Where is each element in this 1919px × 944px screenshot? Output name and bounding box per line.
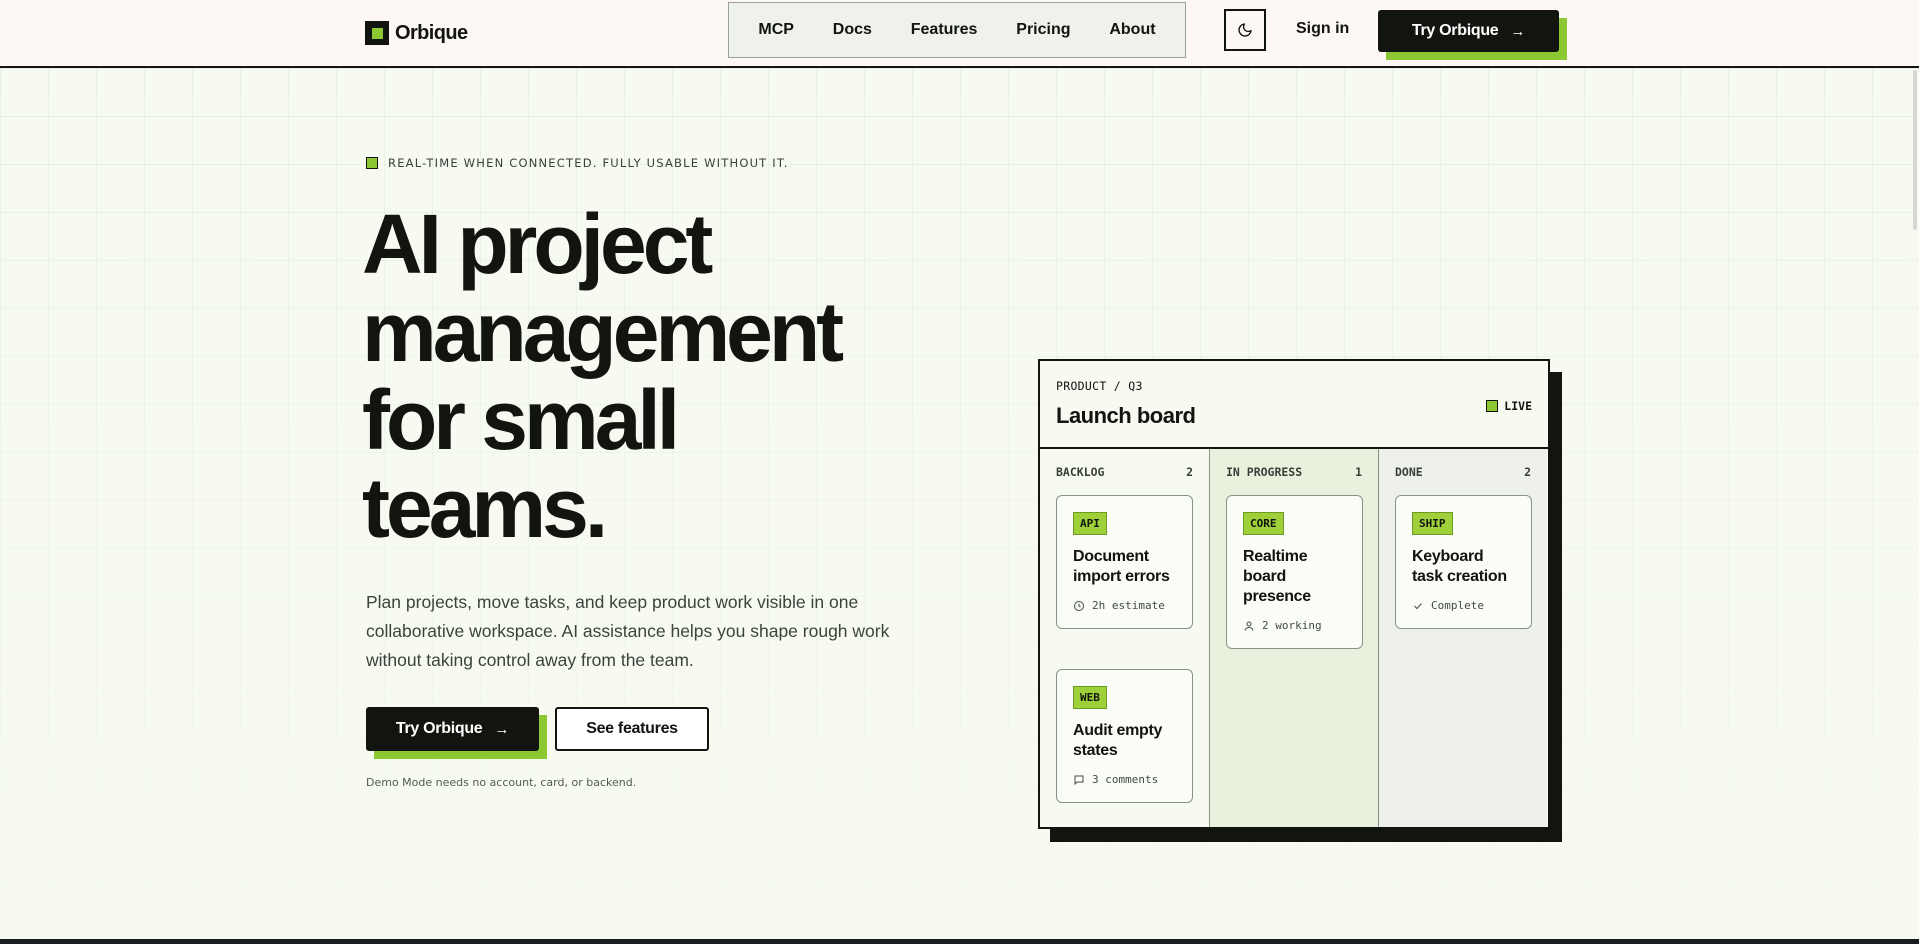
hero-subtitle: Plan projects, move tasks, and keep prod… [366, 592, 890, 670]
hero-title-line: teams. [362, 461, 608, 555]
see-features-button[interactable]: See features [555, 707, 709, 751]
try-button-header[interactable]: Try Orbique → [1378, 10, 1567, 60]
eyebrow-text: REAL-TIME WHEN CONNECTED. FULLY USABLE W… [388, 156, 789, 170]
eyebrow-square-icon [366, 157, 378, 169]
column-header: DONE 2 [1395, 465, 1531, 479]
hero-title-line: management [362, 285, 844, 379]
hero-title-line: AI project [362, 197, 713, 291]
card-title: Audit empty states [1073, 722, 1163, 759]
nav-mcp[interactable]: MCP [758, 21, 794, 39]
nav-features[interactable]: Features [911, 21, 978, 39]
column-count: 2 [1524, 465, 1531, 479]
column-count: 2 [1186, 465, 1193, 479]
card-meta: 2h estimate [1073, 599, 1176, 612]
person-icon [1244, 621, 1254, 631]
next-section-edge [0, 939, 1919, 944]
theme-toggle-button[interactable] [1224, 9, 1266, 51]
card-meta: Complete [1412, 599, 1515, 612]
comment-icon [1074, 775, 1084, 785]
card-meta: 3 comments [1073, 773, 1176, 786]
page-scrollbar[interactable] [1913, 70, 1917, 230]
task-card[interactable]: API Document import errors 2h estimate [1056, 495, 1193, 629]
task-card[interactable]: WEB Audit empty states 3 comments [1056, 669, 1193, 803]
card-title: Document import errors [1073, 548, 1170, 585]
try-button-hero-face[interactable]: Try Orbique → [366, 707, 539, 751]
clock-icon [1074, 600, 1084, 611]
top-navbar: Orbique MCP Docs Features Pricing About … [0, 0, 1919, 68]
card-meta-text: 3 comments [1092, 773, 1159, 786]
card-meta-text: Complete [1431, 599, 1484, 612]
board-columns: BACKLOG 2 API Document import errors 2h … [1040, 449, 1548, 827]
board-title: Launch board [1056, 403, 1196, 428]
main-nav: MCP Docs Features Pricing About [728, 2, 1186, 58]
card-tag: SHIP [1412, 512, 1453, 535]
card-title: Realtime board presence [1243, 548, 1311, 605]
column-name: BACKLOG [1056, 465, 1105, 479]
arrow-right-icon: → [494, 720, 510, 738]
brand-name: Orbique [395, 21, 468, 44]
column-backlog: BACKLOG 2 API Document import errors 2h … [1040, 449, 1209, 827]
nav-docs[interactable]: Docs [833, 21, 872, 39]
live-square-icon [1486, 400, 1499, 412]
card-tag: CORE [1243, 512, 1284, 535]
column-in-progress: IN PROGRESS 1 CORE Realtime board presen… [1209, 449, 1378, 827]
column-done: DONE 2 SHIP Keyboard task creation Compl… [1378, 449, 1547, 827]
hero-title: AI project management for small teams. [362, 200, 982, 552]
card-tag: API [1073, 512, 1107, 535]
card-meta-text: 2h estimate [1092, 599, 1165, 612]
card-title: Keyboard task creation [1412, 548, 1507, 585]
task-card[interactable]: SHIP Keyboard task creation Complete [1395, 495, 1532, 629]
try-button-face[interactable]: Try Orbique → [1378, 10, 1559, 52]
board-breadcrumb: PRODUCT / Q3 [1056, 379, 1143, 393]
task-card[interactable]: CORE Realtime board presence 2 working [1226, 495, 1363, 649]
check-icon [1414, 602, 1422, 609]
board-header: PRODUCT / Q3 Launch board LIVE [1040, 361, 1548, 449]
card-tag: WEB [1073, 686, 1107, 709]
try-hero-label: Try Orbique [395, 720, 483, 737]
nav-about[interactable]: About [1109, 21, 1155, 39]
hero-eyebrow: REAL-TIME WHEN CONNECTED. FULLY USABLE W… [366, 156, 789, 170]
column-header: BACKLOG 2 [1056, 465, 1193, 479]
live-label: LIVE [1504, 399, 1532, 413]
arrow-right-icon: → [1510, 22, 1526, 40]
column-count: 1 [1355, 465, 1362, 479]
demo-note: Demo Mode needs no account, card, or bac… [366, 776, 637, 789]
launch-board-preview: PRODUCT / Q3 Launch board LIVE BACKLOG 2… [1038, 359, 1550, 829]
column-header: IN PROGRESS 1 [1226, 465, 1362, 479]
card-meta: 2 working [1243, 619, 1346, 632]
try-button-hero[interactable]: Try Orbique → [366, 707, 547, 759]
column-name: IN PROGRESS [1226, 465, 1303, 479]
hero-title-line: for small [362, 373, 680, 467]
sign-in-link[interactable]: Sign in [1296, 20, 1349, 38]
logo-icon [365, 21, 389, 45]
card-meta-text: 2 working [1262, 619, 1322, 632]
try-label: Try Orbique [1411, 22, 1499, 39]
moon-icon [1238, 23, 1252, 37]
column-name: DONE [1395, 465, 1423, 479]
nav-pricing[interactable]: Pricing [1016, 21, 1070, 39]
brand-logo[interactable]: Orbique [365, 19, 468, 47]
live-badge: LIVE [1486, 399, 1532, 413]
